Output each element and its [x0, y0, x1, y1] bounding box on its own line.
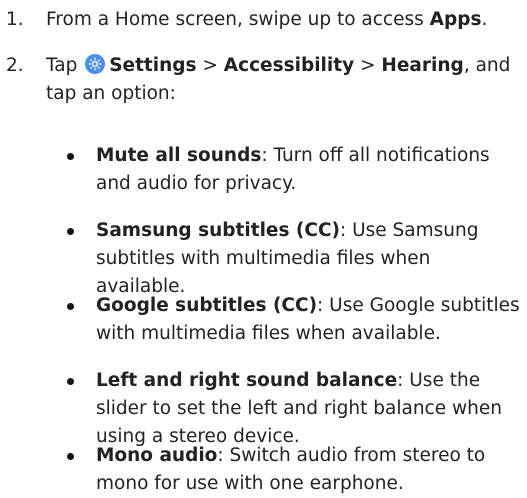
settings-gear-icon: [85, 54, 106, 74]
bullet-icon: [67, 453, 74, 460]
accessibility-label: Accessibility: [223, 55, 355, 76]
option-text: Samsung subtitles (CC): Use Samsung subt…: [96, 217, 522, 301]
option-text: Mono audio: Switch audio from stereo to …: [96, 442, 522, 498]
settings-label: Settings: [109, 55, 197, 76]
option-name: Samsung subtitles (CC): [96, 220, 340, 241]
step-1-prefix: From a Home screen, swipe up to access: [46, 9, 430, 30]
option-name: Google subtitles (CC): [96, 295, 318, 316]
option-text: Left and right sound balance: Use the sl…: [96, 367, 522, 451]
step-number: 1.: [6, 9, 24, 30]
step-1-suffix: .: [481, 9, 488, 30]
separator: >: [354, 55, 382, 76]
step-2-prefix: Tap: [46, 55, 84, 76]
hearing-label: Hearing: [381, 55, 464, 76]
bullet-icon: [67, 228, 74, 235]
option-name: Left and right sound balance: [96, 370, 398, 391]
bullet-icon: [67, 153, 74, 160]
step-text: Tap Settings > Accessibility > Hearing, …: [46, 52, 516, 108]
step-text: From a Home screen, swipe up to access A…: [46, 6, 516, 34]
bullet-icon: [67, 378, 74, 385]
instructions-document: 1. From a Home screen, swipe up to acces…: [0, 0, 527, 495]
bullet-icon: [67, 303, 74, 310]
option-text: Mute all sounds: Turn off all notificati…: [96, 142, 522, 198]
option-name: Mono audio: [96, 445, 218, 466]
step-number: 2.: [6, 55, 24, 76]
option-text: Google subtitles (CC): Use Google subtit…: [96, 292, 522, 348]
apps-label: Apps: [429, 9, 482, 30]
separator: >: [196, 55, 224, 76]
option-name: Mute all sounds: [96, 145, 262, 166]
